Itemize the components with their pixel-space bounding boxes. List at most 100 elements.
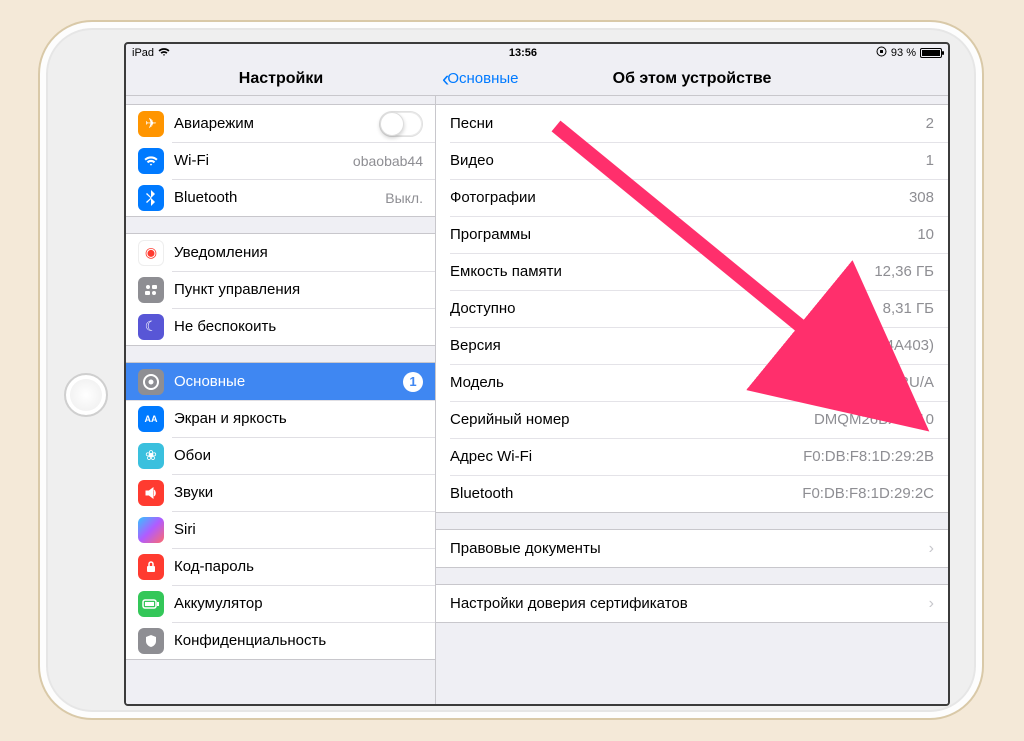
row-legal[interactable]: Правовые документы › bbox=[436, 530, 948, 567]
sounds-icon bbox=[138, 480, 164, 506]
row-capacity[interactable]: Емкость памяти 12,36 ГБ bbox=[436, 253, 948, 290]
status-bar: iPad 13:56 93 % bbox=[126, 44, 948, 62]
bluetooth-label: Bluetooth bbox=[174, 189, 385, 206]
airplane-icon: ✈ bbox=[138, 111, 164, 137]
chevron-right-icon: › bbox=[929, 595, 934, 613]
privacy-label: Конфиденциальность bbox=[174, 632, 423, 649]
control-center-icon bbox=[138, 277, 164, 303]
privacy-icon bbox=[138, 628, 164, 654]
capacity-label: Емкость памяти bbox=[450, 263, 874, 280]
sidebar-item-general[interactable]: Основные 1 bbox=[126, 363, 435, 400]
videos-label: Видео bbox=[450, 152, 926, 169]
battery-icon bbox=[920, 48, 942, 58]
available-label: Доступно bbox=[450, 300, 883, 317]
row-songs[interactable]: Песни 2 bbox=[436, 105, 948, 142]
general-label: Основные bbox=[174, 373, 397, 390]
status-time: 13:56 bbox=[170, 47, 876, 59]
passcode-icon bbox=[138, 554, 164, 580]
row-cert-trust[interactable]: Настройки доверия сертификатов › bbox=[436, 585, 948, 622]
status-carrier: iPad bbox=[132, 47, 154, 59]
home-button[interactable] bbox=[64, 373, 108, 417]
row-bluetooth-address[interactable]: Bluetooth F0:DB:F8:1D:29:2C bbox=[436, 475, 948, 512]
sidebar-item-wallpaper[interactable]: ❀ Обои bbox=[126, 437, 435, 474]
apps-value: 10 bbox=[917, 226, 934, 243]
bt-address-value: F0:DB:F8:1D:29:2C bbox=[802, 485, 934, 502]
sidebar-item-control-center[interactable]: Пункт управления bbox=[126, 271, 435, 308]
photos-label: Фотографии bbox=[450, 189, 909, 206]
detail-pane: Песни 2 Видео 1 Фотографии 308 Программы… bbox=[436, 96, 948, 706]
dnd-icon: ☾ bbox=[138, 314, 164, 340]
sidebar-item-siri[interactable]: Siri bbox=[126, 511, 435, 548]
back-button[interactable]: ‹ Основные bbox=[442, 62, 519, 96]
model-label: Модель bbox=[450, 374, 850, 391]
row-serial[interactable]: Серийный номер DMQM26BXFK10 bbox=[436, 401, 948, 438]
row-model[interactable]: Модель MD785RU/A bbox=[436, 364, 948, 401]
wifi-value: obaobab44 bbox=[353, 153, 423, 169]
row-version[interactable]: Версия 10.0.1 (14A403) bbox=[436, 327, 948, 364]
display-icon: AA bbox=[138, 406, 164, 432]
songs-value: 2 bbox=[926, 115, 934, 132]
settings-title: Настройки bbox=[126, 62, 436, 96]
ipad-frame: iPad 13:56 93 % Настройки ‹ Основные bbox=[40, 22, 982, 718]
row-wifi-address[interactable]: Адрес Wi-Fi F0:DB:F8:1D:29:2B bbox=[436, 438, 948, 475]
cert-label: Настройки доверия сертификатов bbox=[450, 595, 921, 612]
screen: iPad 13:56 93 % Настройки ‹ Основные bbox=[124, 42, 950, 706]
serial-label: Серийный номер bbox=[450, 411, 814, 428]
chevron-right-icon: › bbox=[929, 540, 934, 558]
row-apps[interactable]: Программы 10 bbox=[436, 216, 948, 253]
bluetooth-value: Выкл. bbox=[385, 190, 423, 206]
songs-label: Песни bbox=[450, 115, 926, 132]
photos-value: 308 bbox=[909, 189, 934, 206]
sidebar-item-display[interactable]: AA Экран и яркость bbox=[126, 400, 435, 437]
control-center-label: Пункт управления bbox=[174, 281, 423, 298]
display-label: Экран и яркость bbox=[174, 410, 423, 427]
capacity-value: 12,36 ГБ bbox=[874, 263, 934, 280]
videos-value: 1 bbox=[926, 152, 934, 169]
sidebar-item-sounds[interactable]: Звуки bbox=[126, 474, 435, 511]
sidebar-item-battery[interactable]: Аккумулятор bbox=[126, 585, 435, 622]
wifi-address-label: Адрес Wi-Fi bbox=[450, 448, 803, 465]
wifi-settings-icon bbox=[138, 148, 164, 174]
sidebar-item-passcode[interactable]: Код-пароль bbox=[126, 548, 435, 585]
battery-percent: 93 % bbox=[891, 47, 916, 59]
siri-label: Siri bbox=[174, 521, 423, 538]
wallpaper-label: Обои bbox=[174, 447, 423, 464]
sidebar-item-dnd[interactable]: ☾ Не беспокоить bbox=[126, 308, 435, 345]
row-photos[interactable]: Фотографии 308 bbox=[436, 179, 948, 216]
settings-sidebar: ✈ Авиарежим Wi-Fi obaobab44 bbox=[126, 96, 436, 706]
battery-settings-icon bbox=[138, 591, 164, 617]
wifi-address-value: F0:DB:F8:1D:29:2B bbox=[803, 448, 934, 465]
sidebar-item-notifications[interactable]: ◉ Уведомления bbox=[126, 234, 435, 271]
battery-settings-label: Аккумулятор bbox=[174, 595, 423, 612]
sidebar-item-wifi[interactable]: Wi-Fi obaobab44 bbox=[126, 142, 435, 179]
general-badge: 1 bbox=[403, 372, 423, 392]
legal-label: Правовые документы bbox=[450, 540, 921, 557]
sidebar-item-bluetooth[interactable]: Bluetooth Выкл. bbox=[126, 179, 435, 216]
sounds-label: Звуки bbox=[174, 484, 423, 501]
siri-icon bbox=[138, 517, 164, 543]
wallpaper-icon: ❀ bbox=[138, 443, 164, 469]
row-videos[interactable]: Видео 1 bbox=[436, 142, 948, 179]
passcode-label: Код-пароль bbox=[174, 558, 423, 575]
back-label: Основные bbox=[447, 62, 518, 96]
airplane-label: Авиарежим bbox=[174, 115, 379, 132]
notifications-label: Уведомления bbox=[174, 244, 423, 261]
bt-address-label: Bluetooth bbox=[450, 485, 802, 502]
serial-value: DMQM26BXFK10 bbox=[814, 411, 934, 428]
version-label: Версия bbox=[450, 337, 826, 354]
version-value: 10.0.1 (14A403) bbox=[826, 337, 934, 354]
dnd-label: Не беспокоить bbox=[174, 318, 423, 335]
airplane-toggle[interactable] bbox=[379, 111, 423, 137]
bluetooth-icon bbox=[138, 185, 164, 211]
orientation-lock-icon bbox=[876, 46, 887, 60]
sidebar-item-airplane[interactable]: ✈ Авиарежим bbox=[126, 105, 435, 142]
available-value: 8,31 ГБ bbox=[883, 300, 934, 317]
wifi-icon bbox=[158, 47, 170, 60]
sidebar-item-privacy[interactable]: Конфиденциальность bbox=[126, 622, 435, 659]
wifi-label: Wi-Fi bbox=[174, 152, 353, 169]
apps-label: Программы bbox=[450, 226, 917, 243]
row-available[interactable]: Доступно 8,31 ГБ bbox=[436, 290, 948, 327]
gear-icon bbox=[138, 369, 164, 395]
model-value: MD785RU/A bbox=[850, 374, 934, 391]
notifications-icon: ◉ bbox=[138, 240, 164, 266]
